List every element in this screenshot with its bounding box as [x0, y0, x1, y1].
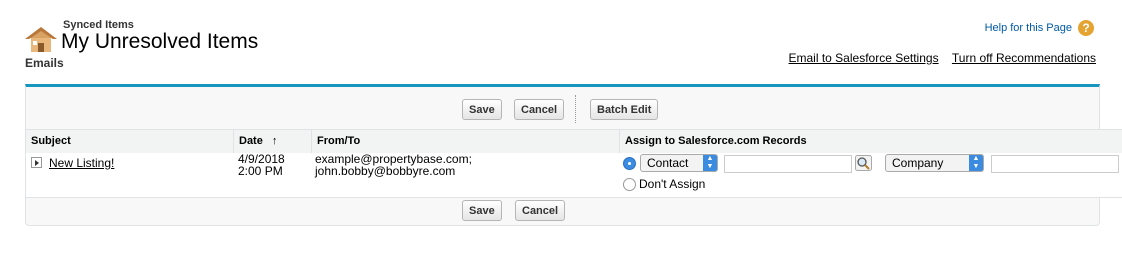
footer-cancel-button[interactable]: Cancel: [515, 200, 566, 221]
help-link[interactable]: Help for this Page: [985, 22, 1072, 34]
record-type-select[interactable]: Contact ▲ ▼: [640, 154, 718, 172]
toolbar-divider: [575, 95, 576, 123]
email-subject-link[interactable]: New Listing!: [49, 156, 114, 170]
email-date-time: 2:00 PM: [238, 164, 283, 178]
table-row: New Listing! 4/9/2018 2:00 PM example@pr…: [26, 153, 1122, 198]
page-title: My Unresolved Items: [61, 30, 259, 53]
question-icon[interactable]: ?: [1078, 20, 1094, 36]
table-header: Subject Date ↑ From/To Assign to Salesfo…: [26, 129, 1122, 154]
related-type-select[interactable]: Company ▲ ▼: [885, 154, 984, 172]
expand-row-icon[interactable]: [31, 157, 42, 168]
header-links: Email to Salesforce Settings Turn off Re…: [779, 51, 1097, 65]
page-subtitle: Emails: [25, 56, 64, 70]
dont-assign-label: Don't Assign: [639, 177, 706, 191]
footer-save-button[interactable]: Save: [462, 200, 502, 221]
column-assign[interactable]: Assign to Salesforce.com Records: [619, 130, 1122, 153]
record-type-select-value: Contact: [647, 156, 689, 170]
email-to: john.bobby@bobbyre.com: [315, 164, 456, 178]
turn-off-recommendations-link[interactable]: Turn off Recommendations: [952, 51, 1096, 65]
assign-radio[interactable]: [623, 157, 636, 170]
column-date[interactable]: Date ↑: [233, 130, 311, 153]
related-lookup-input[interactable]: [991, 155, 1119, 173]
unresolved-items-panel: Save Cancel Batch Edit Subject Date ↑ Fr…: [25, 84, 1122, 226]
chevron-updown-icon: ▲ ▼: [703, 155, 717, 171]
email-from-to: example@propertybase.com; john.bobby@bob…: [315, 153, 472, 177]
help-link-group: Help for this Page ?: [985, 20, 1094, 36]
column-from-to[interactable]: From/To: [311, 130, 619, 153]
batch-edit-button[interactable]: Batch Edit: [590, 99, 659, 120]
sort-ascending-icon: ↑: [271, 135, 278, 147]
lookup-search-icon[interactable]: [855, 155, 872, 171]
record-lookup-input[interactable]: [724, 155, 852, 173]
email-settings-link[interactable]: Email to Salesforce Settings: [789, 51, 939, 65]
cancel-button[interactable]: Cancel: [514, 99, 565, 120]
save-button[interactable]: Save: [462, 99, 502, 120]
synced-items-house-icon: [25, 27, 57, 52]
dont-assign-radio[interactable]: [623, 178, 636, 191]
chevron-updown-icon: ▲ ▼: [969, 155, 983, 171]
related-type-select-value: Company: [892, 156, 944, 170]
column-subject[interactable]: Subject: [26, 130, 233, 153]
column-date-label: Date: [239, 135, 263, 147]
email-date: 4/9/2018 2:00 PM: [238, 153, 285, 177]
